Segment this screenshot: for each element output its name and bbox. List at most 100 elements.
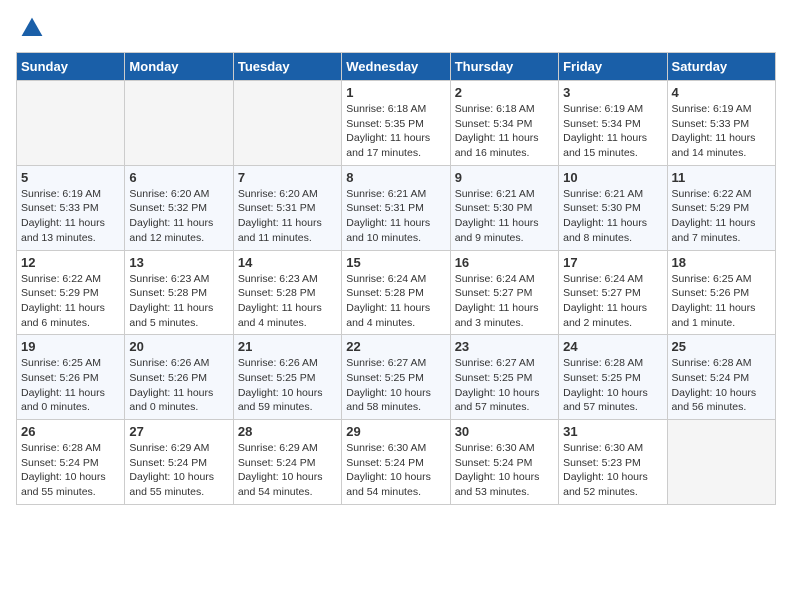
calendar-cell: 8Sunrise: 6:21 AM Sunset: 5:31 PM Daylig… [342, 165, 450, 250]
day-info: Sunrise: 6:19 AM Sunset: 5:33 PM Dayligh… [21, 187, 120, 246]
calendar-week-row: 26 Sunrise: 6:28 AM Sunset: 5:24 PM Dayli… [17, 420, 776, 505]
day-number: 27 [129, 424, 228, 439]
day-number: 6 [129, 170, 228, 185]
day-info: Sunrise: 6:28 AM Sunset: 5:24 PM Dayligh… [21, 441, 120, 500]
calendar-cell: 5 Sunrise: 6:19 AM Sunset: 5:33 PM Daylig… [17, 165, 125, 250]
day-number: 2 [455, 85, 554, 100]
day-number: 9 [455, 170, 554, 185]
calendar-cell: 19 Sunrise: 6:25 AM Sunset: 5:26 PM Dayli… [17, 335, 125, 420]
calendar-cell: 30 Sunrise: 6:30 AM Sunset: 5:24 PM Dayli… [450, 420, 558, 505]
day-number: 5 [21, 170, 120, 185]
calendar-cell: 10Sunrise: 6:21 AM Sunset: 5:30 PM Dayli… [559, 165, 667, 250]
weekday-header: Friday [559, 53, 667, 81]
logo-icon [20, 16, 44, 40]
calendar-cell: 22 Sunrise: 6:27 AM Sunset: 5:25 PM Dayli… [342, 335, 450, 420]
day-number: 23 [455, 339, 554, 354]
day-number: 13 [129, 255, 228, 270]
day-number: 22 [346, 339, 445, 354]
calendar-cell: 25 Sunrise: 6:28 AM Sunset: 5:24 PM Dayli… [667, 335, 775, 420]
calendar-cell: 2Sunrise: 6:18 AM Sunset: 5:34 PM Daylig… [450, 81, 558, 166]
day-number: 11 [672, 170, 771, 185]
day-number: 26 [21, 424, 120, 439]
weekday-header-row: SundayMondayTuesdayWednesdayThursdayFrid… [17, 53, 776, 81]
day-info: Sunrise: 6:28 AM Sunset: 5:24 PM Dayligh… [672, 356, 771, 415]
day-info: Sunrise: 6:28 AM Sunset: 5:25 PM Dayligh… [563, 356, 662, 415]
calendar-cell: 17Sunrise: 6:24 AM Sunset: 5:27 PM Dayli… [559, 250, 667, 335]
page-header [16, 16, 776, 40]
day-info: Sunrise: 6:27 AM Sunset: 5:25 PM Dayligh… [455, 356, 554, 415]
weekday-header: Thursday [450, 53, 558, 81]
calendar-cell: 11 Sunrise: 6:22 AM Sunset: 5:29 PM Dayli… [667, 165, 775, 250]
day-info: Sunrise: 6:29 AM Sunset: 5:24 PM Dayligh… [129, 441, 228, 500]
day-number: 24 [563, 339, 662, 354]
calendar-cell: 21 Sunrise: 6:26 AM Sunset: 5:25 PM Dayli… [233, 335, 341, 420]
calendar-cell: 20Sunrise: 6:26 AM Sunset: 5:26 PM Dayli… [125, 335, 233, 420]
calendar-cell: 23 Sunrise: 6:27 AM Sunset: 5:25 PM Dayli… [450, 335, 558, 420]
day-info: Sunrise: 6:22 AM Sunset: 5:29 PM Dayligh… [672, 187, 771, 246]
day-number: 14 [238, 255, 337, 270]
day-number: 1 [346, 85, 445, 100]
day-number: 21 [238, 339, 337, 354]
day-info: Sunrise: 6:23 AM Sunset: 5:28 PM Dayligh… [129, 272, 228, 331]
weekday-header: Wednesday [342, 53, 450, 81]
day-number: 30 [455, 424, 554, 439]
calendar-cell [233, 81, 341, 166]
day-number: 7 [238, 170, 337, 185]
day-number: 19 [21, 339, 120, 354]
day-number: 15 [346, 255, 445, 270]
calendar-cell: 18Sunrise: 6:25 AM Sunset: 5:26 PM Dayli… [667, 250, 775, 335]
day-info: Sunrise: 6:18 AM Sunset: 5:35 PM Dayligh… [346, 102, 445, 161]
weekday-header: Tuesday [233, 53, 341, 81]
calendar-cell: 31 Sunrise: 6:30 AM Sunset: 5:23 PM Dayli… [559, 420, 667, 505]
calendar-cell: 28Sunrise: 6:29 AM Sunset: 5:24 PM Dayli… [233, 420, 341, 505]
calendar-cell: 1 Sunrise: 6:18 AM Sunset: 5:35 PM Daylig… [342, 81, 450, 166]
day-info: Sunrise: 6:26 AM Sunset: 5:25 PM Dayligh… [238, 356, 337, 415]
day-number: 31 [563, 424, 662, 439]
day-info: Sunrise: 6:19 AM Sunset: 5:33 PM Dayligh… [672, 102, 771, 161]
day-number: 4 [672, 85, 771, 100]
day-number: 25 [672, 339, 771, 354]
calendar-cell: 9 Sunrise: 6:21 AM Sunset: 5:30 PM Daylig… [450, 165, 558, 250]
calendar-week-row: 12 Sunrise: 6:22 AM Sunset: 5:29 PM Dayli… [17, 250, 776, 335]
day-number: 28 [238, 424, 337, 439]
day-info: Sunrise: 6:21 AM Sunset: 5:30 PM Dayligh… [455, 187, 554, 246]
calendar-cell [667, 420, 775, 505]
weekday-header: Monday [125, 53, 233, 81]
calendar-cell: 24 Sunrise: 6:28 AM Sunset: 5:25 PM Dayli… [559, 335, 667, 420]
calendar-cell: 15 Sunrise: 6:24 AM Sunset: 5:28 PM Dayli… [342, 250, 450, 335]
weekday-header: Saturday [667, 53, 775, 81]
day-info: Sunrise: 6:22 AM Sunset: 5:29 PM Dayligh… [21, 272, 120, 331]
day-info: Sunrise: 6:30 AM Sunset: 5:24 PM Dayligh… [455, 441, 554, 500]
day-info: Sunrise: 6:24 AM Sunset: 5:28 PM Dayligh… [346, 272, 445, 331]
calendar-cell: 3Sunrise: 6:19 AM Sunset: 5:34 PM Daylig… [559, 81, 667, 166]
calendar-cell: 27 Sunrise: 6:29 AM Sunset: 5:24 PM Dayli… [125, 420, 233, 505]
calendar-cell: 14Sunrise: 6:23 AM Sunset: 5:28 PM Dayli… [233, 250, 341, 335]
day-info: Sunrise: 6:20 AM Sunset: 5:32 PM Dayligh… [129, 187, 228, 246]
day-info: Sunrise: 6:27 AM Sunset: 5:25 PM Dayligh… [346, 356, 445, 415]
day-number: 20 [129, 339, 228, 354]
day-info: Sunrise: 6:24 AM Sunset: 5:27 PM Dayligh… [455, 272, 554, 331]
day-number: 29 [346, 424, 445, 439]
calendar-cell: 29Sunrise: 6:30 AM Sunset: 5:24 PM Dayli… [342, 420, 450, 505]
calendar-week-row: 19 Sunrise: 6:25 AM Sunset: 5:26 PM Dayli… [17, 335, 776, 420]
day-info: Sunrise: 6:21 AM Sunset: 5:30 PM Dayligh… [563, 187, 662, 246]
day-info: Sunrise: 6:20 AM Sunset: 5:31 PM Dayligh… [238, 187, 337, 246]
calendar-cell: 7 Sunrise: 6:20 AM Sunset: 5:31 PM Daylig… [233, 165, 341, 250]
calendar-cell [17, 81, 125, 166]
day-number: 12 [21, 255, 120, 270]
calendar-cell: 12 Sunrise: 6:22 AM Sunset: 5:29 PM Dayli… [17, 250, 125, 335]
calendar-cell: 6 Sunrise: 6:20 AM Sunset: 5:32 PM Daylig… [125, 165, 233, 250]
weekday-header: Sunday [17, 53, 125, 81]
calendar-table: SundayMondayTuesdayWednesdayThursdayFrid… [16, 52, 776, 505]
calendar-cell: 13 Sunrise: 6:23 AM Sunset: 5:28 PM Dayli… [125, 250, 233, 335]
calendar-cell: 16 Sunrise: 6:24 AM Sunset: 5:27 PM Dayli… [450, 250, 558, 335]
calendar-week-row: 5 Sunrise: 6:19 AM Sunset: 5:33 PM Daylig… [17, 165, 776, 250]
calendar-cell: 26 Sunrise: 6:28 AM Sunset: 5:24 PM Dayli… [17, 420, 125, 505]
day-info: Sunrise: 6:24 AM Sunset: 5:27 PM Dayligh… [563, 272, 662, 331]
day-number: 16 [455, 255, 554, 270]
day-info: Sunrise: 6:25 AM Sunset: 5:26 PM Dayligh… [21, 356, 120, 415]
calendar-cell: 4 Sunrise: 6:19 AM Sunset: 5:33 PM Daylig… [667, 81, 775, 166]
day-number: 18 [672, 255, 771, 270]
day-number: 3 [563, 85, 662, 100]
day-info: Sunrise: 6:30 AM Sunset: 5:23 PM Dayligh… [563, 441, 662, 500]
